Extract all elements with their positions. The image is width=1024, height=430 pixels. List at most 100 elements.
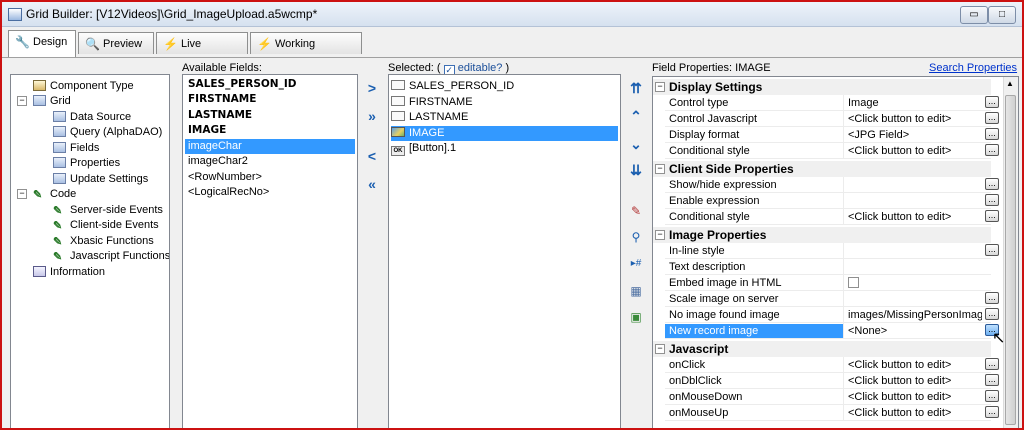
property-display-format[interactable]: Display format <JPG Field>... [665,127,999,143]
list-item[interactable]: imageChar2 [185,154,248,169]
minimize-button[interactable]: ▭ [960,6,988,24]
tab-design[interactable]: 🔧 Design [8,30,76,57]
magic-wand-icon[interactable]: ✎ [627,204,645,218]
list-item[interactable]: SALES_PERSON_ID [185,77,296,92]
property-control-type[interactable]: Control type Image... [665,95,999,111]
add-all-fields-button[interactable]: » [362,108,382,124]
tree-item-javascript-functions[interactable]: Javascript Functions [53,249,169,264]
tree-item-query[interactable]: Query (AlphaDAO) [53,125,162,140]
list-item[interactable]: <LogicalRecNo> [185,185,269,200]
hash-icon[interactable]: ▸# [627,258,645,269]
list-item[interactable]: OK [Button].1 [391,141,456,156]
collapse-icon[interactable]: − [17,189,27,199]
property-enable-expression[interactable]: Enable expression... [665,193,999,209]
edit-button[interactable]: ... [985,128,999,140]
book-icon[interactable]: ▣ [627,310,645,324]
selected-fields-list[interactable]: SALES_PERSON_ID FIRSTNAME LASTNAME IMAGE… [388,74,621,428]
tab-live-preview[interactable]: ⚡ Live Preview [156,32,248,72]
edit-button[interactable]: ... [985,374,999,386]
property-text-description[interactable]: Text description [665,259,991,275]
button-field-icon: OK [391,146,405,156]
maximize-button[interactable]: □ [988,6,1016,24]
category-client-side-properties[interactable]: − Client Side Properties [653,161,991,177]
tree-item-data-source[interactable]: Data Source [53,110,131,125]
property-new-record-image[interactable]: New record image <None>... [665,323,999,339]
list-item[interactable]: LASTNAME [185,108,252,123]
property-embed-image-in-html[interactable]: Embed image in HTML [665,275,991,291]
list-item-selected[interactable]: imageChar [185,139,355,154]
collapse-icon[interactable]: − [655,230,665,240]
list-item[interactable]: LASTNAME [391,110,468,125]
add-field-button[interactable]: > [362,80,382,96]
category-javascript[interactable]: − Javascript [653,341,991,357]
remove-all-fields-button[interactable]: « [362,176,382,192]
edit-button[interactable]: ... [985,210,999,222]
property-conditional-style[interactable]: Conditional style <Click button to edit>.… [665,143,999,159]
property-inline-style[interactable]: In-line style... [665,243,999,259]
list-item[interactable]: SALES_PERSON_ID [391,79,514,94]
collapse-icon[interactable]: − [655,82,665,92]
property-scale-image-on-server[interactable]: Scale image on server... [665,291,999,307]
edit-button[interactable]: ... [985,390,999,402]
code-icon [33,188,46,201]
edit-button[interactable]: ... [985,96,999,108]
editable-label[interactable]: editable? [458,62,503,74]
tree-item-xbasic-functions[interactable]: Xbasic Functions [53,234,154,249]
collapse-icon[interactable]: − [655,164,665,174]
tree-item-update-settings[interactable]: Update Settings [53,172,148,187]
property-onmouseup[interactable]: onMouseUp <Click button to edit>... [665,405,999,421]
tree-item-grid[interactable]: Grid [33,94,71,109]
tree-item-component-type[interactable]: Component Type [33,79,134,94]
edit-button[interactable]: ... [985,112,999,124]
collapse-icon[interactable]: − [17,96,27,106]
property-ondblclick[interactable]: onDblClick <Click button to edit>... [665,373,999,389]
property-show-hide-expression[interactable]: Show/hide expression... [665,177,999,193]
category-image-properties[interactable]: − Image Properties [653,227,991,243]
edit-button[interactable]: ... [985,194,999,206]
tree-item-client-side-events[interactable]: Client-side Events [53,218,159,233]
list-item[interactable]: FIRSTNAME [391,95,473,110]
tab-preview[interactable]: 🔍 Preview [78,32,154,54]
list-item-selected[interactable]: IMAGE [391,126,618,141]
property-scrollbar[interactable]: ▲ [1003,77,1018,428]
move-up-button[interactable]: ⌃ [626,108,646,125]
property-control-javascript[interactable]: Control Javascript <Click button to edit>… [665,111,999,127]
property-conditional-style[interactable]: Conditional style <Click button to edit>.… [665,209,999,225]
scroll-up-icon[interactable]: ▲ [1006,79,1014,88]
collapse-icon[interactable]: − [655,344,665,354]
edit-button[interactable]: ... [985,244,999,256]
tree-item-fields[interactable]: Fields [53,141,99,156]
move-to-top-button[interactable]: ⇈ [626,80,646,97]
edit-button[interactable]: ... [985,144,999,156]
grid-icon[interactable]: ▦ [627,284,645,298]
edit-button[interactable]: ... [985,406,999,418]
edit-button[interactable]: ... [985,292,999,304]
edit-button[interactable]: ... [985,308,999,320]
scroll-thumb[interactable] [1005,95,1016,425]
available-fields-list[interactable]: SALES_PERSON_ID FIRSTNAME LASTNAME IMAGE… [182,74,358,428]
tree-item-properties[interactable]: Properties [53,156,120,171]
list-item[interactable]: IMAGE [185,123,226,138]
property-no-image-found-image[interactable]: No image found image images/MissingPerson… [665,307,999,323]
property-onmousedown[interactable]: onMouseDown <Click button to edit>... [665,389,999,405]
list-item[interactable]: <RowNumber> [185,170,262,185]
move-to-bottom-button[interactable]: ⇊ [626,162,646,179]
grid-icon [53,111,66,122]
code-icon [53,250,66,263]
remove-field-button[interactable]: < [362,148,382,164]
search-properties-link[interactable]: Search Properties [929,62,1017,74]
tree-item-code[interactable]: Code [33,187,76,202]
move-down-button[interactable]: ⌄ [626,136,646,153]
tree-item-information[interactable]: Information [33,265,105,280]
property-onclick[interactable]: onClick <Click button to edit>... [665,357,999,373]
category-display-settings[interactable]: − Display Settings [653,79,991,95]
tree-item-server-side-events[interactable]: Server-side Events [53,203,163,218]
list-item[interactable]: FIRSTNAME [185,92,256,107]
zoom-icon[interactable]: ⚲ [627,230,645,244]
field-icon [391,96,405,106]
embed-image-checkbox[interactable] [848,277,859,288]
edit-button[interactable]: ... [985,178,999,190]
app-icon [8,8,22,21]
tab-working-preview[interactable]: ⚡ Working Preview [250,32,362,72]
edit-button[interactable]: ... [985,358,999,370]
